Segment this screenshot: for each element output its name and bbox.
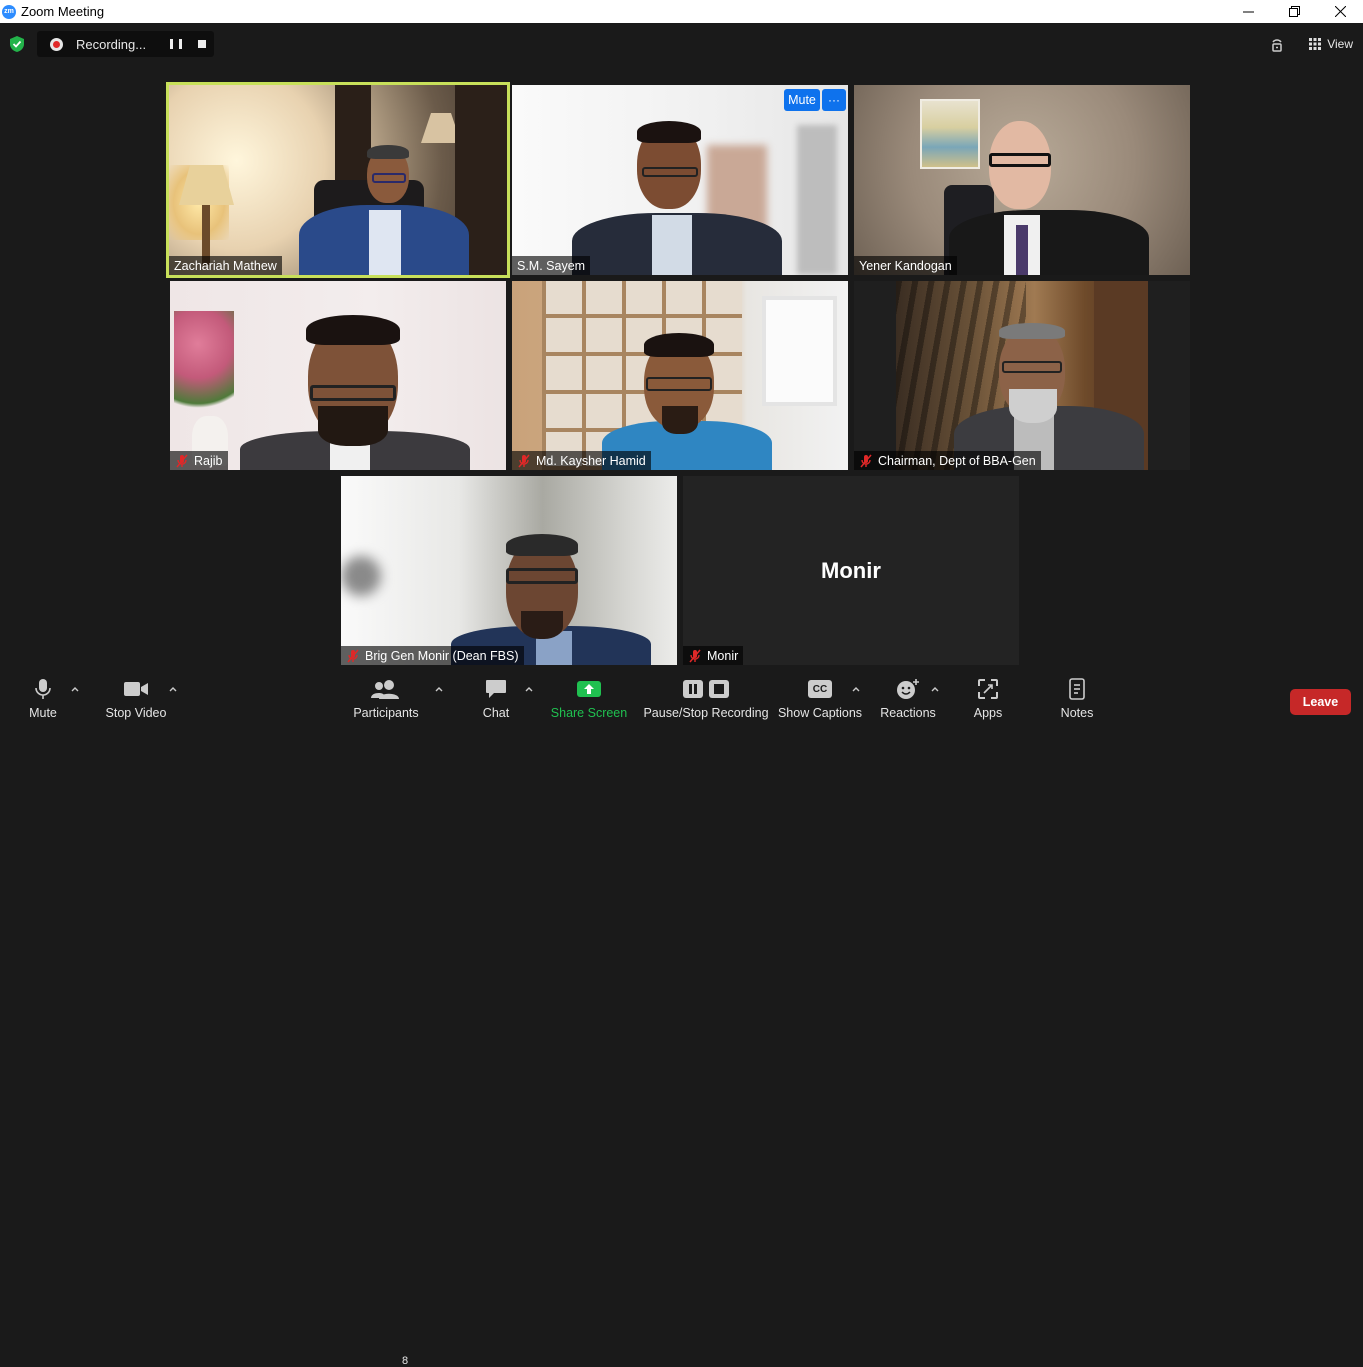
apps-icon (978, 679, 998, 699)
participant-name: Zachariah Mathew (174, 258, 277, 273)
participant-name-tag: Zachariah Mathew (169, 256, 282, 275)
closed-captions-icon: CC (808, 680, 832, 698)
participant-name-tag: Rajib (170, 451, 228, 470)
recording-label: Recording... (76, 36, 147, 52)
apps-button[interactable]: Apps (972, 672, 1004, 728)
share-screen-button[interactable]: Share Screen (550, 672, 628, 728)
participant-name-tag: S.M. Sayem (512, 256, 591, 275)
video-tile[interactable]: Yener Kandogan (854, 85, 1190, 275)
video-options-chevron-icon[interactable] (168, 684, 178, 694)
restore-button[interactable] (1271, 0, 1317, 23)
reactions-smiley-icon (897, 679, 919, 699)
apps-label: Apps (973, 706, 1003, 720)
participant-name: Brig Gen Monir (Dean FBS) (365, 648, 519, 663)
microphone-icon (35, 679, 51, 699)
stop-recording-icon[interactable] (198, 40, 206, 48)
notes-label: Notes (1060, 706, 1094, 720)
participant-more-button[interactable]: ··· (822, 89, 846, 111)
video-tile[interactable]: Brig Gen Monir (Dean FBS) (341, 476, 677, 665)
view-button[interactable]: View (1309, 31, 1353, 57)
title-bar: zm Zoom Meeting (0, 0, 1363, 23)
video-camera-icon (124, 682, 148, 696)
mute-label: Mute (29, 706, 57, 720)
stop-recording-button-icon (709, 680, 729, 698)
chat-label: Chat (482, 706, 510, 720)
muted-mic-icon (347, 649, 359, 662)
chat-bubble-icon (486, 680, 506, 698)
stop-video-button[interactable]: Stop Video (103, 672, 169, 728)
audio-options-chevron-icon[interactable] (70, 684, 80, 694)
pause-recording-button-icon (683, 680, 703, 698)
encryption-shield-icon[interactable] (9, 36, 25, 52)
reactions-label: Reactions (880, 706, 936, 720)
participant-name: Chairman, Dept of BBA-Gen (878, 453, 1036, 468)
recording-indicator: Recording... (37, 31, 214, 57)
notes-icon (1069, 678, 1085, 700)
video-tile[interactable]: S.M. Sayem (512, 85, 848, 275)
participants-button[interactable]: Participants (353, 672, 419, 728)
muted-mic-icon (176, 454, 188, 467)
pause-stop-recording-label: Pause/Stop Recording (643, 706, 769, 720)
chat-options-chevron-icon[interactable] (524, 684, 534, 694)
participants-options-chevron-icon[interactable] (434, 684, 444, 694)
participants-count: 8 (402, 1355, 409, 1367)
pause-recording-icon[interactable] (170, 38, 182, 50)
minimize-button[interactable] (1225, 0, 1271, 23)
participant-name: Yener Kandogan (859, 258, 952, 273)
show-captions-label: Show Captions (777, 706, 863, 720)
video-off-participant-name: Monir (821, 557, 881, 583)
mute-button[interactable]: Mute (25, 672, 61, 728)
zoom-logo-icon: zm (2, 4, 16, 19)
participant-name: S.M. Sayem (517, 258, 586, 273)
notes-button[interactable]: Notes (1058, 672, 1096, 728)
captions-options-chevron-icon[interactable] (851, 684, 861, 694)
reactions-button[interactable]: Reactions (880, 672, 936, 728)
window-title: Zoom Meeting (21, 4, 105, 19)
participant-mute-button[interactable]: Mute (784, 89, 820, 111)
participant-name: Md. Kaysher Hamid (536, 453, 646, 468)
video-tile[interactable]: Md. Kaysher Hamid (512, 281, 848, 470)
participant-name: Rajib (194, 453, 223, 468)
participant-name-tag: Brig Gen Monir (Dean FBS) (341, 646, 524, 665)
chat-button[interactable]: Chat (480, 672, 512, 728)
show-captions-button[interactable]: CC Show Captions (777, 672, 863, 728)
share-screen-label: Share Screen (550, 706, 628, 720)
leave-meeting-button[interactable]: Leave (1290, 689, 1351, 715)
participant-name-tag: Chairman, Dept of BBA-Gen (854, 451, 1041, 470)
participants-label: Participants (353, 706, 419, 720)
participant-name-tag: Md. Kaysher Hamid (512, 451, 651, 470)
muted-mic-icon (860, 454, 872, 467)
immersive-view-icon[interactable] (1268, 35, 1286, 53)
grid-view-icon (1309, 38, 1322, 50)
close-icon (1334, 6, 1346, 17)
view-label: View (1327, 37, 1353, 51)
minimize-icon (1242, 11, 1254, 13)
video-tile[interactable]: Rajib (170, 281, 506, 470)
muted-mic-icon (518, 454, 530, 467)
share-screen-icon (577, 681, 601, 697)
stop-video-label: Stop Video (105, 706, 167, 720)
close-button[interactable] (1317, 0, 1363, 23)
meeting-toolbar: Mute Stop Video Participants 8 Chat Shar… (0, 672, 1363, 1367)
restore-icon (1288, 6, 1300, 17)
meeting-top-bar: Recording... View (0, 23, 1363, 65)
participants-icon (371, 680, 399, 699)
participant-name-tag: Yener Kandogan (854, 256, 957, 275)
video-tile[interactable]: Chairman, Dept of BBA-Gen (854, 281, 1190, 470)
recording-dot-icon (50, 37, 63, 51)
video-tile[interactable]: Zachariah Mathew (169, 85, 507, 275)
window-controls (1225, 0, 1363, 23)
reactions-options-chevron-icon[interactable] (930, 684, 940, 694)
pause-stop-recording-button[interactable]: Pause/Stop Recording (643, 672, 769, 728)
